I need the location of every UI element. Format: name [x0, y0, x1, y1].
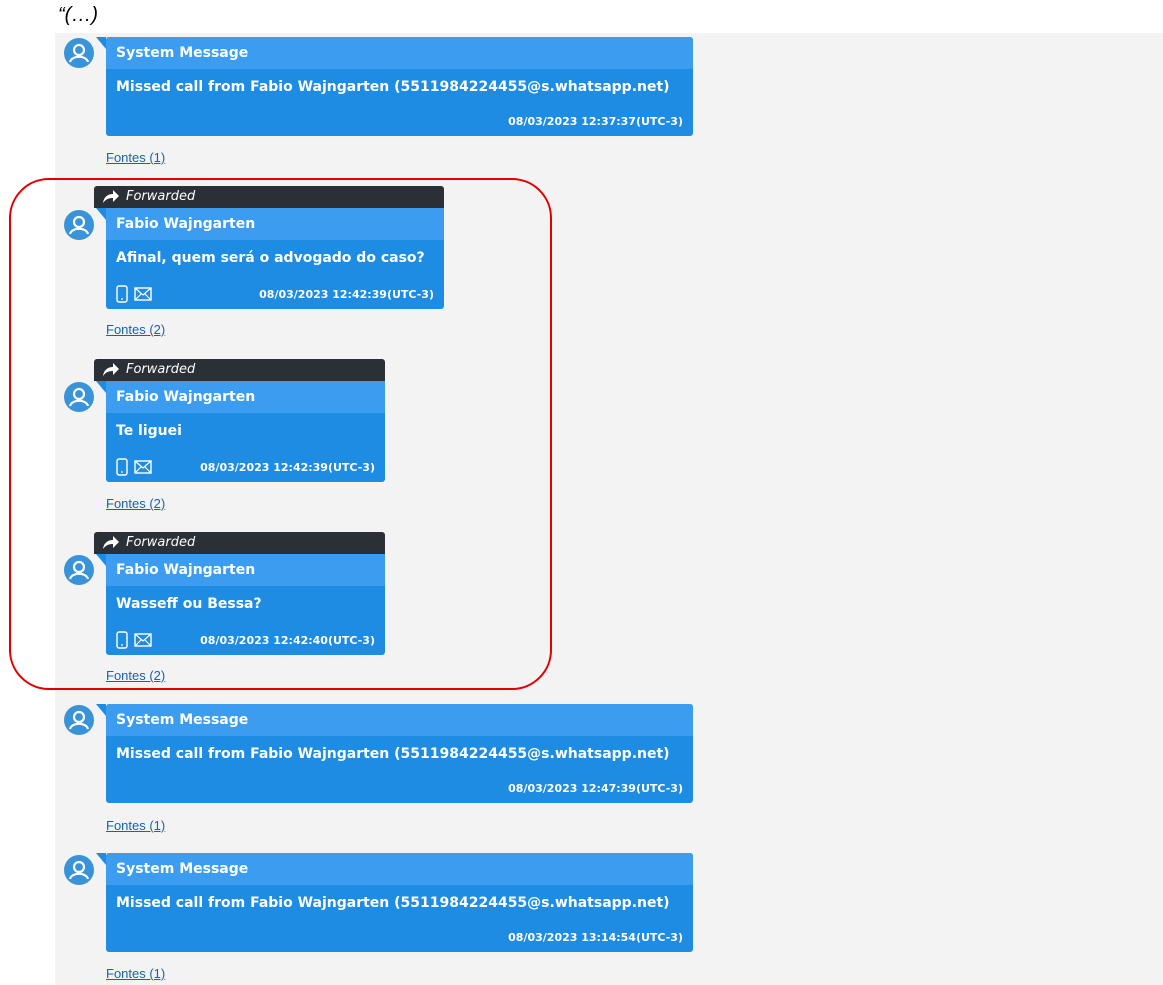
message-bubble-forwarded: Fabio Wajngarten Te liguei 08/03/2023 12…: [96, 381, 385, 482]
message-bubble-system: System Message Missed call from Fabio Wa…: [96, 37, 693, 136]
avatar-icon: [64, 855, 94, 885]
forwarded-bar: Forwarded: [94, 532, 385, 554]
message-sender: System Message: [106, 37, 693, 69]
message-body: Afinal, quem será o advogado do caso?: [116, 250, 425, 266]
avatar-icon: [64, 38, 94, 68]
message-body: Missed call from Fabio Wajngarten (55119…: [116, 746, 670, 762]
envelope-icon: [134, 460, 152, 474]
message-timestamp: 08/03/2023 12:42:40(UTC-3): [200, 634, 375, 647]
message-sender: Fabio Wajngarten: [106, 208, 444, 240]
sources-link[interactable]: Fontes (1): [106, 150, 165, 165]
forward-arrow-icon: [103, 536, 119, 549]
message-bubble-forwarded: Fabio Wajngarten Wasseff ou Bessa? 08/03…: [96, 554, 385, 655]
header-quote: “(…): [58, 4, 98, 26]
message-body: Te liguei: [116, 423, 182, 439]
avatar-icon: [64, 382, 94, 412]
avatar-icon: [64, 705, 94, 735]
forwarded-bar: Forwarded: [94, 359, 385, 381]
phone-icon: [116, 631, 128, 649]
envelope-icon: [134, 633, 152, 647]
sources-link[interactable]: Fontes (1): [106, 966, 165, 981]
message-body: Missed call from Fabio Wajngarten (55119…: [116, 895, 670, 911]
message-timestamp: 08/03/2023 13:14:54(UTC-3): [508, 931, 683, 944]
sources-link[interactable]: Fontes (2): [106, 322, 165, 337]
phone-icon: [116, 285, 128, 303]
forward-arrow-icon: [103, 363, 119, 376]
sources-link[interactable]: Fontes (2): [106, 496, 165, 511]
avatar-icon: [64, 210, 94, 240]
message-timestamp: 08/03/2023 12:47:39(UTC-3): [508, 782, 683, 795]
message-timestamp: 08/03/2023 12:42:39(UTC-3): [259, 288, 434, 301]
message-body: Missed call from Fabio Wajngarten (55119…: [116, 79, 670, 95]
sources-link[interactable]: Fontes (2): [106, 668, 165, 683]
sources-link[interactable]: Fontes (1): [106, 818, 165, 833]
phone-icon: [116, 458, 128, 476]
message-sender: System Message: [106, 704, 693, 736]
message-sender: Fabio Wajngarten: [106, 381, 385, 413]
forward-arrow-icon: [103, 190, 119, 203]
message-bubble-system: System Message Missed call from Fabio Wa…: [96, 704, 693, 803]
forwarded-label: Forwarded: [126, 535, 196, 550]
message-timestamp: 08/03/2023 12:42:39(UTC-3): [200, 461, 375, 474]
message-timestamp: 08/03/2023 12:37:37(UTC-3): [508, 115, 683, 128]
message-body: Wasseff ou Bessa?: [116, 596, 262, 612]
message-bubble-forwarded: Fabio Wajngarten Afinal, quem será o adv…: [96, 208, 444, 309]
message-sender: Fabio Wajngarten: [106, 554, 385, 586]
message-sender: System Message: [106, 853, 693, 885]
message-bubble-system: System Message Missed call from Fabio Wa…: [96, 853, 693, 952]
forwarded-label: Forwarded: [126, 189, 196, 204]
forwarded-label: Forwarded: [126, 362, 196, 377]
envelope-icon: [134, 287, 152, 301]
avatar-icon: [64, 555, 94, 585]
forwarded-bar: Forwarded: [94, 186, 444, 208]
